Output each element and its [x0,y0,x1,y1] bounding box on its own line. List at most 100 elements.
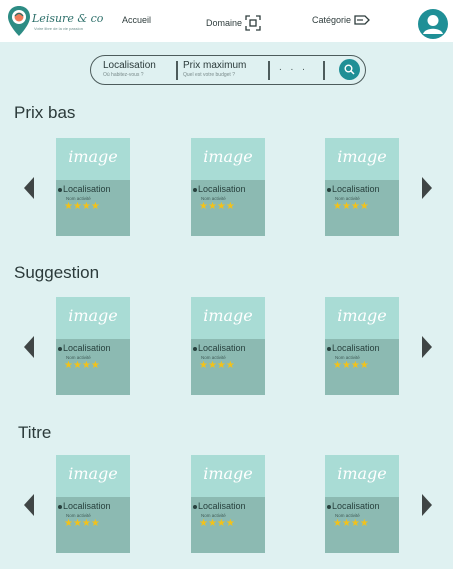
card-image-label: image [203,306,253,325]
more-filters[interactable]: . . . [279,62,308,73]
search-bar: Localisation Où habitez-vous ? Prix maxi… [90,55,366,85]
card-star-rating: ★★★★ [333,518,369,529]
card-image-placeholder: image [325,297,399,339]
card-location-text: Localisation [198,184,246,194]
location-pin-logo-icon [8,6,30,36]
nav-categorie[interactable]: Catégorie [312,15,370,25]
location-bullet-icon [327,346,331,351]
search-divider [323,61,325,80]
carousel-next-arrow-icon[interactable] [420,335,434,359]
activity-card[interactable]: image Localisation Nom activité ★★★★ [325,455,399,553]
card-star-rating: ★★★★ [199,201,235,212]
section-title-prix-bas: Prix bas [14,103,76,122]
top-navigation-bar: Leisure & co Votre libre de la vie passi… [0,0,453,42]
logo-tagline: Votre libre de la vie passion [34,26,83,31]
card-image-label: image [337,464,387,483]
card-star-rating: ★★★★ [333,201,369,212]
card-info: Localisation Nom activité ★★★★ [191,180,265,236]
carousel-next-arrow-icon[interactable] [420,176,434,200]
nav-accueil-label: Accueil [122,15,152,25]
card-location-text: Localisation [63,184,111,194]
card-info: Localisation Nom activité ★★★★ [325,339,399,395]
location-bullet-icon [193,346,197,351]
section-title-titre: Titre [18,423,52,442]
activity-card[interactable]: image Localisation Nom activité ★★★★ [191,297,265,395]
activity-card[interactable]: image Localisation Nom activité ★★★★ [56,297,130,395]
card-image-placeholder: image [325,455,399,497]
card-star-rating: ★★★★ [333,360,369,371]
card-info: Localisation Nom activité ★★★★ [56,497,130,553]
card-image-placeholder: image [56,138,130,180]
card-info: Localisation Nom activité ★★★★ [191,497,265,553]
activity-card[interactable]: image Localisation Nom activité ★★★★ [325,297,399,395]
carousel-titre: image Localisation Nom activité ★★★★ ima… [0,455,453,553]
card-star-rating: ★★★★ [64,360,100,371]
card-location: Localisation [193,501,246,511]
location-bullet-icon [327,504,331,509]
location-filter-subtitle: Où habitez-vous ? [103,72,144,78]
card-image-placeholder: image [191,138,265,180]
location-bullet-icon [327,187,331,192]
card-image-placeholder: image [191,455,265,497]
price-filter-subtitle: Quel est votre budget ? [183,72,235,78]
card-image-label: image [203,464,253,483]
card-location: Localisation [327,184,380,194]
card-location: Localisation [193,184,246,194]
price-filter[interactable]: Prix maximum Quel est votre budget ? [183,60,246,78]
card-location-text: Localisation [198,343,246,353]
card-image-label: image [337,306,387,325]
card-image-label: image [68,306,118,325]
card-location: Localisation [58,184,111,194]
card-image-label: image [68,147,118,166]
search-icon [344,64,355,75]
card-location: Localisation [327,343,380,353]
location-filter[interactable]: Localisation Où habitez-vous ? [103,60,156,78]
carousel-prix-bas: image Localisation Nom activité ★★★★ ima… [0,138,453,236]
carousel-prev-arrow-icon[interactable] [22,176,36,200]
activity-card[interactable]: image Localisation Nom activité ★★★★ [325,138,399,236]
location-bullet-icon [58,504,62,509]
location-bullet-icon [58,346,62,351]
card-star-rating: ★★★★ [199,360,235,371]
domain-icon [245,15,261,31]
card-star-rating: ★★★★ [64,518,100,529]
nav-categorie-label: Catégorie [312,15,352,25]
carousel-prev-arrow-icon[interactable] [22,493,36,517]
carousel-prev-arrow-icon[interactable] [22,335,36,359]
activity-card[interactable]: image Localisation Nom activité ★★★★ [191,455,265,553]
tag-icon [354,15,370,25]
card-location-text: Localisation [332,184,380,194]
activity-card[interactable]: image Localisation Nom activité ★★★★ [56,138,130,236]
carousel-suggestion: image Localisation Nom activité ★★★★ ima… [0,297,453,395]
nav-accueil[interactable]: Accueil [122,15,151,25]
location-bullet-icon [193,504,197,509]
card-image-placeholder: image [56,297,130,339]
card-image-placeholder: image [56,455,130,497]
logo[interactable]: Leisure & co Votre libre de la vie passi… [6,5,104,37]
card-image-placeholder: image [325,138,399,180]
card-info: Localisation Nom activité ★★★★ [325,180,399,236]
card-info: Localisation Nom activité ★★★★ [191,339,265,395]
location-bullet-icon [58,187,62,192]
card-location-text: Localisation [63,501,111,511]
activity-card[interactable]: image Localisation Nom activité ★★★★ [191,138,265,236]
card-image-placeholder: image [191,297,265,339]
card-star-rating: ★★★★ [64,201,100,212]
search-divider [268,61,270,80]
search-button[interactable] [339,59,360,80]
card-image-label: image [68,464,118,483]
logo-name: Leisure & co [32,12,104,25]
location-bullet-icon [193,187,197,192]
user-avatar-icon[interactable] [418,9,448,39]
card-location-text: Localisation [332,343,380,353]
card-image-label: image [337,147,387,166]
price-filter-title: Prix maximum [183,60,247,71]
carousel-next-arrow-icon[interactable] [420,493,434,517]
card-location: Localisation [58,501,111,511]
nav-domaine[interactable]: Domaine [206,15,261,31]
activity-card[interactable]: image Localisation Nom activité ★★★★ [56,455,130,553]
card-info: Localisation Nom activité ★★★★ [56,180,130,236]
card-location-text: Localisation [63,343,111,353]
card-info: Localisation Nom activité ★★★★ [56,339,130,395]
section-title-suggestion: Suggestion [14,263,100,282]
